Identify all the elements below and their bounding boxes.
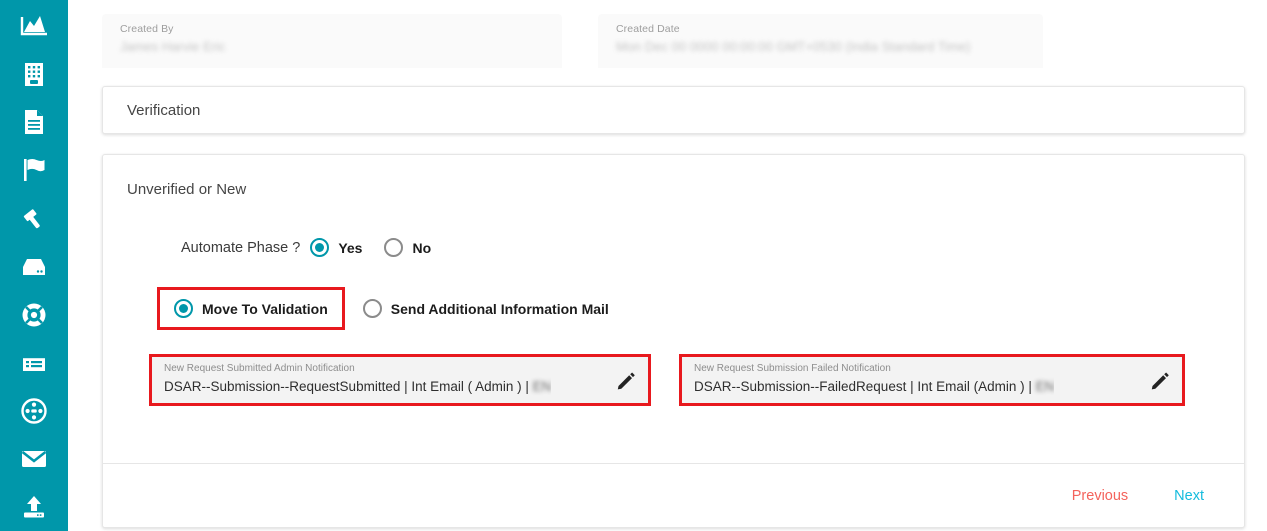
pencil-icon[interactable] xyxy=(1150,371,1170,396)
sidebar-item-dashboard[interactable] xyxy=(0,2,68,50)
left-sidebar xyxy=(0,0,68,531)
main-content: Created By James Harvie Eric Created Dat… xyxy=(68,0,1267,531)
created-date-field: Created Date Mon Dec 00 0000 00:00:00 GM… xyxy=(598,14,1043,68)
flag-icon xyxy=(21,157,47,183)
sidebar-item-documents[interactable] xyxy=(0,98,68,146)
radio-move-to-validation[interactable] xyxy=(174,299,193,318)
phase-body: Unverified or New Automate Phase ? Yes N… xyxy=(103,155,1244,463)
envelope-icon xyxy=(20,448,48,470)
sidebar-item-mail[interactable] xyxy=(0,435,68,483)
move-to-validation-label: Move To Validation xyxy=(202,300,328,317)
failed-notification-label: New Request Submission Failed Notificati… xyxy=(694,363,891,374)
gavel-icon xyxy=(21,205,47,231)
sidebar-item-organization[interactable] xyxy=(0,50,68,98)
failed-notification-value-text: DSAR--Submission--FailedRequest | Int Em… xyxy=(694,379,1036,394)
automate-phase-no-option[interactable]: No xyxy=(384,238,431,257)
area-chart-icon xyxy=(20,14,48,38)
card-footer: Previous Next xyxy=(103,463,1244,527)
pencil-icon[interactable] xyxy=(616,371,636,396)
move-to-validation-option[interactable]: Move To Validation xyxy=(174,299,328,318)
verification-card[interactable]: Verification xyxy=(102,86,1245,134)
created-by-value: James Harvie Eric xyxy=(120,36,548,58)
automate-phase-row: Automate Phase ? Yes No xyxy=(181,238,1220,257)
building-icon xyxy=(22,61,46,87)
inbox-icon xyxy=(21,256,47,278)
created-date-label: Created Date xyxy=(616,23,680,35)
document-icon xyxy=(23,109,45,135)
failed-notification-value: DSAR--Submission--FailedRequest | Int Em… xyxy=(694,376,1054,397)
admin-notification-value-tail: EN xyxy=(532,379,552,394)
admin-notification-value-text: DSAR--Submission--RequestSubmitted | Int… xyxy=(164,379,533,394)
sidebar-item-upload[interactable] xyxy=(0,483,68,531)
admin-notification-texts: New Request Submitted Admin Notification… xyxy=(164,362,551,397)
created-date-value: Mon Dec 00 0000 00:00:00 GMT+0530 (India… xyxy=(616,36,1029,58)
phase-action-row: Move To Validation Send Additional Infor… xyxy=(157,287,1220,330)
move-to-validation-highlight: Move To Validation xyxy=(157,287,345,330)
admin-notification-value: DSAR--Submission--RequestSubmitted | Int… xyxy=(164,376,551,397)
admin-notification-label: New Request Submitted Admin Notification xyxy=(164,363,355,374)
send-additional-information-mail-option[interactable]: Send Additional Information Mail xyxy=(362,299,609,318)
sidebar-item-legal[interactable] xyxy=(0,194,68,242)
network-icon xyxy=(21,398,47,424)
automate-phase-label: Automate Phase ? xyxy=(181,239,301,256)
automate-phase-yes-label: Yes xyxy=(338,239,363,256)
radio-no[interactable] xyxy=(384,238,404,257)
list-icon xyxy=(21,352,47,374)
sidebar-item-inbox[interactable] xyxy=(0,242,68,290)
admin-notification-highlight: New Request Submitted Admin Notification… xyxy=(149,354,651,406)
sidebar-item-records[interactable] xyxy=(0,339,68,387)
app-root: Created By James Harvie Eric Created Dat… xyxy=(0,0,1267,531)
admin-notification-field[interactable]: New Request Submitted Admin Notification… xyxy=(152,357,648,403)
failed-notification-field[interactable]: New Request Submission Failed Notificati… xyxy=(682,357,1182,403)
sidebar-item-incidents[interactable] xyxy=(0,146,68,194)
phase-card: Unverified or New Automate Phase ? Yes N… xyxy=(102,154,1245,528)
created-by-label: Created By xyxy=(120,23,174,35)
failed-notification-texts: New Request Submission Failed Notificati… xyxy=(694,362,1054,397)
sidebar-item-support[interactable] xyxy=(0,291,68,339)
created-by-field: Created By James Harvie Eric xyxy=(102,14,562,68)
notifications-row: New Request Submitted Admin Notification… xyxy=(149,354,1220,406)
sidebar-item-network[interactable] xyxy=(0,387,68,435)
automate-phase-yes-option[interactable]: Yes xyxy=(310,238,362,257)
failed-notification-highlight: New Request Submission Failed Notificati… xyxy=(679,354,1185,406)
meta-row: Created By James Harvie Eric Created Dat… xyxy=(102,0,1245,68)
failed-notification-value-tail: EN xyxy=(1035,379,1055,394)
upload-icon xyxy=(21,494,47,520)
send-additional-information-mail-label: Send Additional Information Mail xyxy=(390,300,609,317)
automate-phase-no-label: No xyxy=(412,239,432,256)
previous-button[interactable]: Previous xyxy=(1062,482,1138,510)
verification-title: Verification xyxy=(127,101,201,119)
lifebuoy-icon xyxy=(21,302,47,328)
radio-yes[interactable] xyxy=(310,238,330,257)
phase-heading: Unverified or New xyxy=(127,181,247,198)
radio-send-additional-information-mail[interactable] xyxy=(362,299,382,318)
next-button[interactable]: Next xyxy=(1164,482,1214,510)
